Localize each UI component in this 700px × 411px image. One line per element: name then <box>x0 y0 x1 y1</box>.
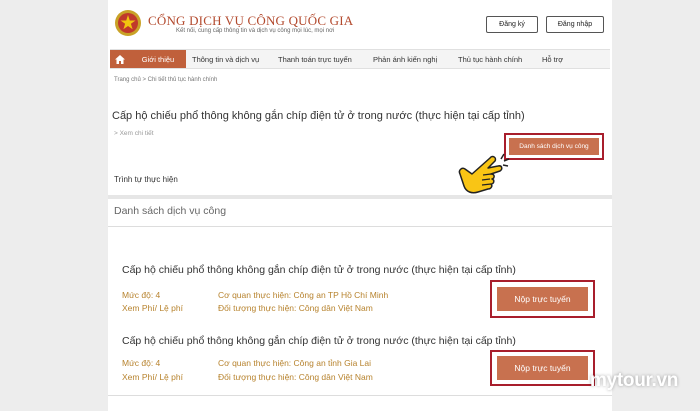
page: CỔNG DỊCH VỤ CÔNG QUỐC GIA Kết nối, cung… <box>108 0 612 411</box>
nav-item-thong-tin[interactable]: Thông tin và dịch vụ <box>192 50 259 68</box>
register-button[interactable]: Đăng ký <box>486 16 538 33</box>
national-emblem-icon <box>115 10 141 36</box>
nav-item-phan-anh[interactable]: Phản ánh kiến nghị <box>373 50 437 68</box>
nav-item-ho-tro[interactable]: Hỗ trợ <box>542 50 563 68</box>
mytour-watermark: mytour.vn <box>590 370 679 391</box>
procedure-title: Cấp hộ chiếu phổ thông không gắn chíp đi… <box>112 110 525 122</box>
nav-item-thanh-toan[interactable]: Thanh toán trực tuyến <box>278 50 352 68</box>
service-target: Đối tượng thực hiện: Công dân Việt Nam <box>218 303 373 313</box>
left-gutter <box>0 0 108 411</box>
submit-online-button[interactable]: Nộp trực tuyến <box>496 286 589 312</box>
service-level: Mức độ: 4 <box>122 358 161 368</box>
right-gutter <box>612 0 700 411</box>
fee-link[interactable]: Xem Phí/ Lệ phí <box>122 372 183 382</box>
section-line <box>108 226 612 227</box>
service-title: Cấp hộ chiếu phổ thông không gắn chíp đi… <box>122 264 516 276</box>
step-label[interactable]: Trình tự thực hiện <box>114 175 178 184</box>
fee-link[interactable]: Xem Phí/ Lệ phí <box>122 303 183 313</box>
home-icon[interactable] <box>110 50 130 68</box>
service-agency: Cơ quan thực hiện: Công an tỉnh Gia Lai <box>218 358 372 368</box>
section-divider <box>108 195 612 199</box>
site-title[interactable]: CỔNG DỊCH VỤ CÔNG QUỐC GIA <box>148 13 353 29</box>
pointing-hand-icon <box>458 153 510 194</box>
service-title: Cấp hộ chiếu phổ thông không gắn chíp đi… <box>122 335 516 347</box>
submit-online-button[interactable]: Nộp trực tuyến <box>496 355 589 381</box>
service-target: Đối tượng thực hiện: Công dân Việt Nam <box>218 372 373 382</box>
nav-item-gioi-thieu[interactable]: Giới thiệu <box>130 50 186 68</box>
nav-item-thu-tuc[interactable]: Thủ tục hành chính <box>458 50 522 68</box>
service-agency: Cơ quan thực hiện: Công an TP Hồ Chí Min… <box>218 290 389 300</box>
service-level: Mức độ: 4 <box>122 290 161 300</box>
login-button[interactable]: Đăng nhập <box>546 16 604 33</box>
main-nav: Giới thiệu Thông tin và dịch vụ Thanh to… <box>110 49 610 69</box>
service-list-button[interactable]: Danh sách dịch vụ công <box>509 138 599 155</box>
view-detail-link[interactable]: > Xem chi tiết <box>114 130 154 137</box>
site-subtitle: Kết nối, cung cấp thông tin và dịch vụ c… <box>176 28 335 34</box>
breadcrumb[interactable]: Trang chủ > Chi tiết thủ tục hành chính <box>114 77 217 83</box>
service-list-title: Danh sách dịch vụ công <box>114 205 227 217</box>
bottom-line <box>108 395 612 396</box>
